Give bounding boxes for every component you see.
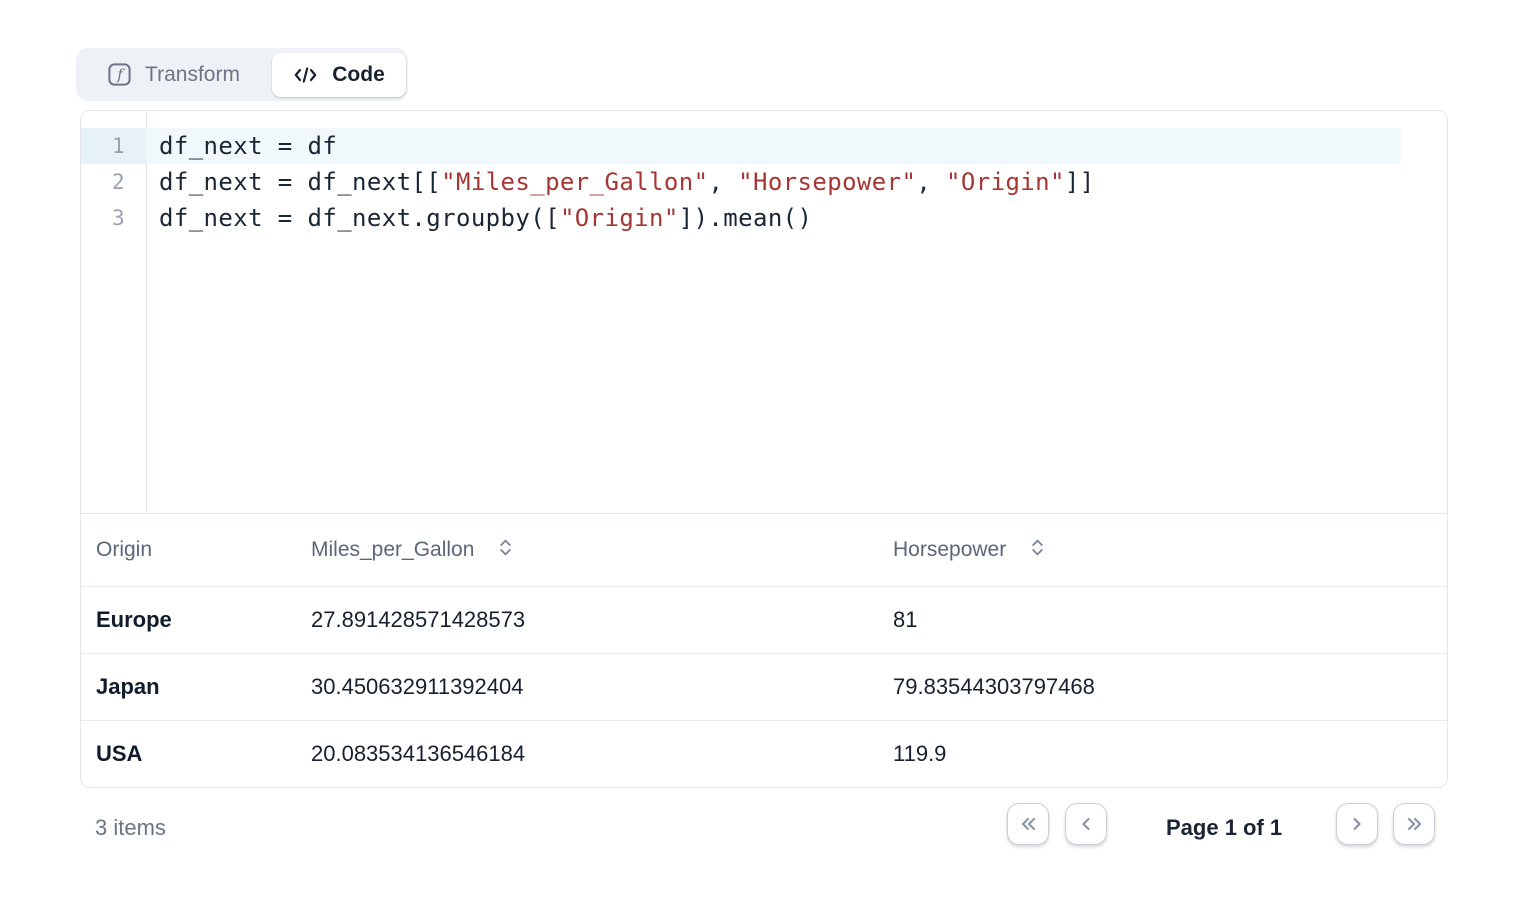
sort-updown-icon[interactable] [498,537,513,564]
sort-updown-icon[interactable] [1030,537,1045,564]
code-line[interactable]: 2df_next = df_next[["Miles_per_Gallon", … [81,164,1447,200]
code-token: ]] [1065,168,1095,196]
code-token: df_next = df [159,132,337,160]
table-header-row: Origin Miles_per_Gallon Horsepower [81,514,1447,586]
code-brackets-icon [293,64,318,86]
code-token-string: "Origin" [946,168,1065,196]
tab-code-label: Code [332,63,385,87]
column-header-miles-per-gallon[interactable]: Miles_per_Gallon [311,537,893,564]
cell-origin: Japan [81,674,311,700]
cell-horsepower: 79.83544303797468 [893,674,1447,700]
cell-origin: USA [81,741,311,767]
chevron-right-icon [1347,814,1367,834]
chevron-left-icon [1076,814,1096,834]
cell-miles-per-gallon: 30.450632911392404 [311,674,893,700]
code-line-content: df_next = df_next[["Miles_per_Gallon", "… [146,164,1401,200]
previous-page-button[interactable] [1065,803,1107,845]
code-line[interactable]: 1 df_next = df [81,128,1447,164]
items-count: 3 items [95,815,166,841]
code-token: ]).mean() [679,204,813,232]
app-window: f Transform Code 1df_next = df2df_next =… [0,0,1516,918]
line-number: 2 [81,164,146,200]
main-panel: 1df_next = df2df_next = df_next[["Miles_… [80,110,1448,788]
double-chevron-left-icon [1018,814,1039,834]
cell-horsepower: 81 [893,607,1447,633]
code-editor-lines: 1df_next = df2df_next = df_next[["Miles_… [81,128,1447,236]
page-indicator: Page 1 of 1 [1166,815,1282,841]
double-chevron-right-icon [1404,814,1425,834]
column-header-label: Miles_per_Gallon [311,538,474,562]
table-row[interactable]: Japan30.45063291139240479.83544303797468 [81,653,1447,720]
column-header-horsepower[interactable]: Horsepower [893,537,1447,564]
tab-transform[interactable]: f Transform [76,48,272,101]
code-editor[interactable]: 1df_next = df2df_next = df_next[["Miles_… [81,111,1447,514]
code-token: , [916,168,946,196]
cell-horsepower: 119.9 [893,741,1447,767]
code-line-content: df_next = df [146,128,1401,164]
table-footer: 3 items Page 1 of 1 [80,788,1448,868]
code-token: df_next = df_next[[ [159,168,441,196]
result-table: Origin Miles_per_Gallon Horsepower [81,514,1447,787]
column-header-label: Origin [96,538,152,562]
column-header-label: Horsepower [893,538,1006,562]
view-toggle-tabbar: f Transform Code [76,48,408,101]
tab-transform-label: Transform [145,63,240,87]
code-line-content: df_next = df_next.groupby(["Origin"]).me… [146,200,1401,236]
code-token-string: "Horsepower" [738,168,916,196]
cell-miles-per-gallon: 20.083534136546184 [311,741,893,767]
table-row[interactable]: Europe27.89142857142857381 [81,586,1447,653]
next-page-button[interactable] [1336,803,1378,845]
svg-text:f: f [116,66,125,84]
tab-code[interactable]: Code [272,53,406,97]
column-header-origin[interactable]: Origin [81,538,311,562]
code-token: df_next = df_next.groupby([ [159,204,560,232]
line-number: 3 [81,200,146,236]
line-number: 1 [81,128,146,164]
function-icon: f [108,63,131,86]
first-page-button[interactable] [1007,803,1049,845]
cell-origin: Europe [81,607,311,633]
table-row[interactable]: USA20.083534136546184119.9 [81,720,1447,787]
table-body: Europe27.89142857142857381Japan30.450632… [81,586,1447,787]
code-token: , [708,168,738,196]
last-page-button[interactable] [1393,803,1435,845]
cell-miles-per-gallon: 27.891428571428573 [311,607,893,633]
code-token-string: "Miles_per_Gallon" [441,168,708,196]
code-token-string: "Origin" [560,204,679,232]
code-line[interactable]: 3df_next = df_next.groupby(["Origin"]).m… [81,200,1447,236]
